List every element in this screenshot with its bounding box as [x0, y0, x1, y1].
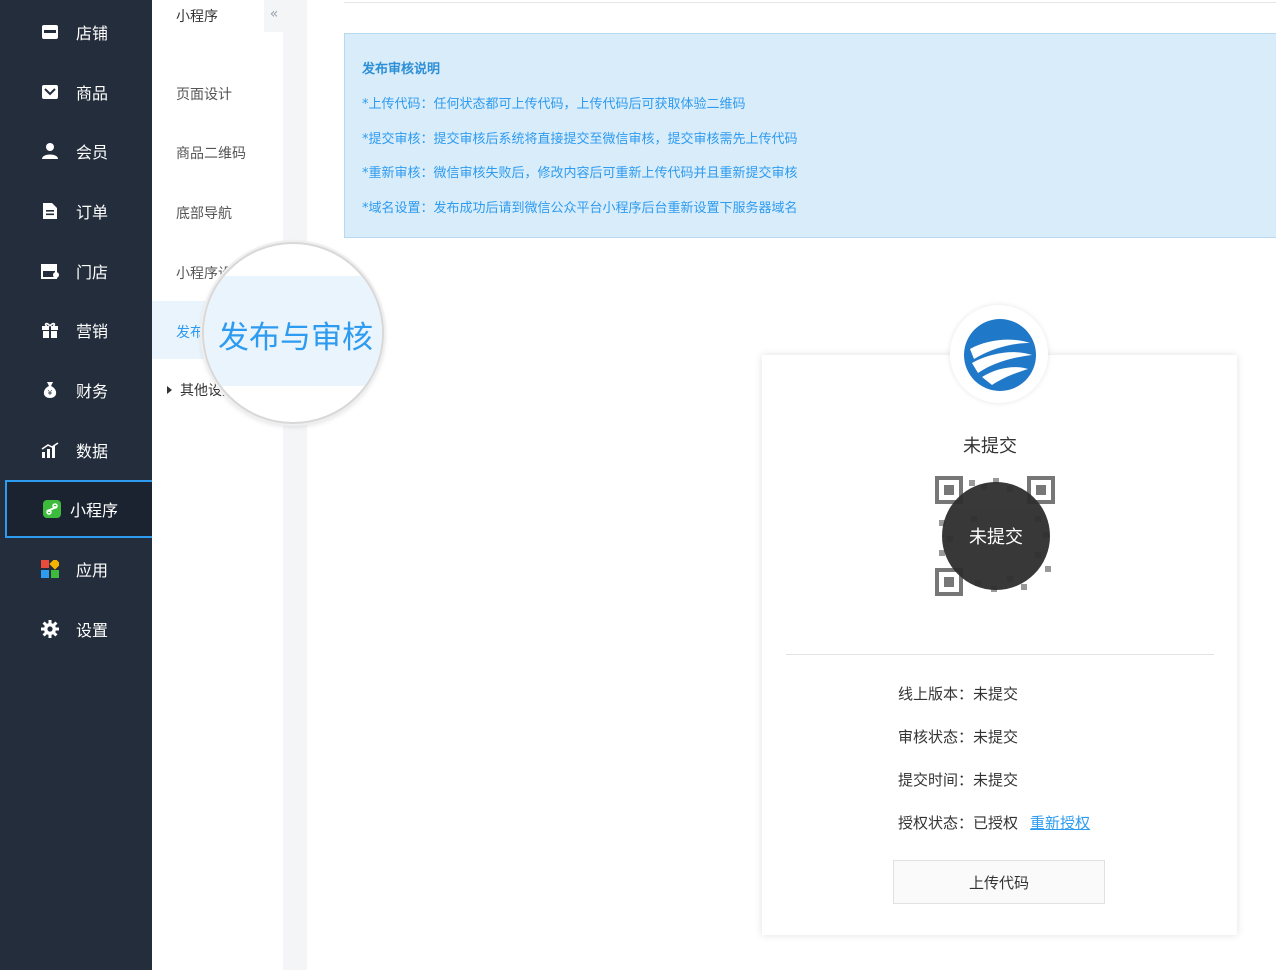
notice-line: *重新审核：微信审核失败后，修改内容后可重新上传代码并且重新提交审核 — [362, 166, 798, 181]
notice-line: *域名设置：发布成功后请到微信公众平台小程序后台重新设置下服务器域名 — [362, 201, 798, 216]
upload-code-button[interactable]: 上传代码 — [893, 860, 1105, 904]
user-icon — [40, 141, 60, 161]
row-value: 未提交 — [973, 685, 1019, 703]
sidebar-item-member[interactable]: 会员 — [0, 121, 152, 181]
subnav-item-bottom-nav[interactable]: 底部导航 — [176, 203, 232, 223]
row-label: 线上版本： — [898, 685, 974, 703]
main-sidebar: 店铺 商品 会员 订单 门店 营销 ¥ 财务 数据 小程序 应用 设置 — [0, 0, 156, 970]
collapse-button[interactable]: « — [264, 0, 284, 32]
gift-icon — [40, 320, 60, 340]
qr-status-overlay: 未提交 — [942, 482, 1050, 590]
store-icon — [40, 22, 60, 42]
online-version-row: 线上版本：未提交 — [898, 683, 1018, 704]
auth-status-row: 授权状态：已授权 重新授权 — [898, 812, 1090, 833]
sidebar-item-label: 应用 — [76, 561, 109, 580]
notice-title: 发布审核说明 — [362, 62, 441, 77]
sidebar-item-label: 数据 — [76, 442, 109, 461]
panel-divider — [283, 0, 307, 970]
row-label: 提交时间： — [898, 771, 974, 789]
notice-line: *提交审核：提交审核后系统将直接提交至微信审核，提交审核需先上传代码 — [362, 132, 798, 147]
svg-text:¥: ¥ — [48, 389, 53, 397]
sidebar-item-product[interactable]: 商品 — [0, 62, 152, 122]
sidebar-item-label: 设置 — [76, 621, 109, 640]
sidebar-item-settings[interactable]: 设置 — [0, 599, 152, 659]
bar-chart-icon — [40, 440, 60, 460]
sidebar-item-finance[interactable]: ¥ 财务 — [0, 360, 152, 420]
sidebar-item-label: 门店 — [76, 263, 109, 282]
shop-icon — [40, 261, 60, 281]
reauthorize-link[interactable]: 重新授权 — [1030, 814, 1090, 832]
publish-status-text: 未提交 — [963, 436, 1017, 457]
sidebar-item-mini-program[interactable]: 小程序 — [5, 480, 156, 538]
card-divider — [786, 654, 1214, 655]
caret-right-icon — [167, 386, 172, 394]
row-label: 授权状态： — [898, 814, 974, 832]
subnav-item-page-design[interactable]: 页面设计 — [176, 84, 232, 104]
money-bag-icon: ¥ — [40, 380, 60, 400]
row-value: 已授权 — [973, 814, 1019, 832]
sidebar-item-apps[interactable]: 应用 — [0, 539, 152, 599]
sidebar-item-data[interactable]: 数据 — [0, 420, 152, 480]
magnifier-callout: 发布与审核 — [202, 242, 384, 424]
sidebar-item-order[interactable]: 订单 — [0, 181, 152, 241]
row-value: 未提交 — [973, 728, 1019, 746]
row-value: 未提交 — [973, 771, 1019, 789]
document-icon — [40, 201, 60, 221]
sidebar-item-label: 营销 — [76, 322, 109, 341]
sidebar-item-label: 财务 — [76, 382, 109, 401]
app-logo — [964, 319, 1036, 391]
top-border — [344, 2, 1276, 3]
review-status-row: 审核状态：未提交 — [898, 726, 1018, 747]
sidebar-item-label: 会员 — [76, 143, 109, 162]
mini-program-icon — [42, 499, 62, 519]
apps-icon — [40, 559, 60, 579]
sidebar-item-marketing[interactable]: 营销 — [0, 300, 152, 360]
qr-overlay-text: 未提交 — [969, 527, 1023, 548]
product-icon — [40, 82, 60, 102]
sidebar-item-label: 小程序 — [70, 501, 119, 520]
magnifier-text: 发布与审核 — [218, 320, 373, 356]
sidebar-item-label: 订单 — [76, 203, 109, 222]
sidebar-item-label: 商品 — [76, 84, 109, 103]
sidebar-item-shop[interactable]: 门店 — [0, 241, 152, 301]
gear-icon — [40, 619, 60, 639]
sidebar-item-label: 店铺 — [76, 24, 109, 43]
sidebar-item-store[interactable]: 店铺 — [0, 2, 152, 62]
submit-time-row: 提交时间：未提交 — [898, 769, 1018, 790]
notice-line: *上传代码：任何状态都可上传代码，上传代码后可获取体验二维码 — [362, 97, 746, 112]
subnav-item-product-qrcode[interactable]: 商品二维码 — [176, 143, 246, 163]
subnav-title: 小程序 — [176, 9, 218, 25]
row-label: 审核状态： — [898, 728, 974, 746]
